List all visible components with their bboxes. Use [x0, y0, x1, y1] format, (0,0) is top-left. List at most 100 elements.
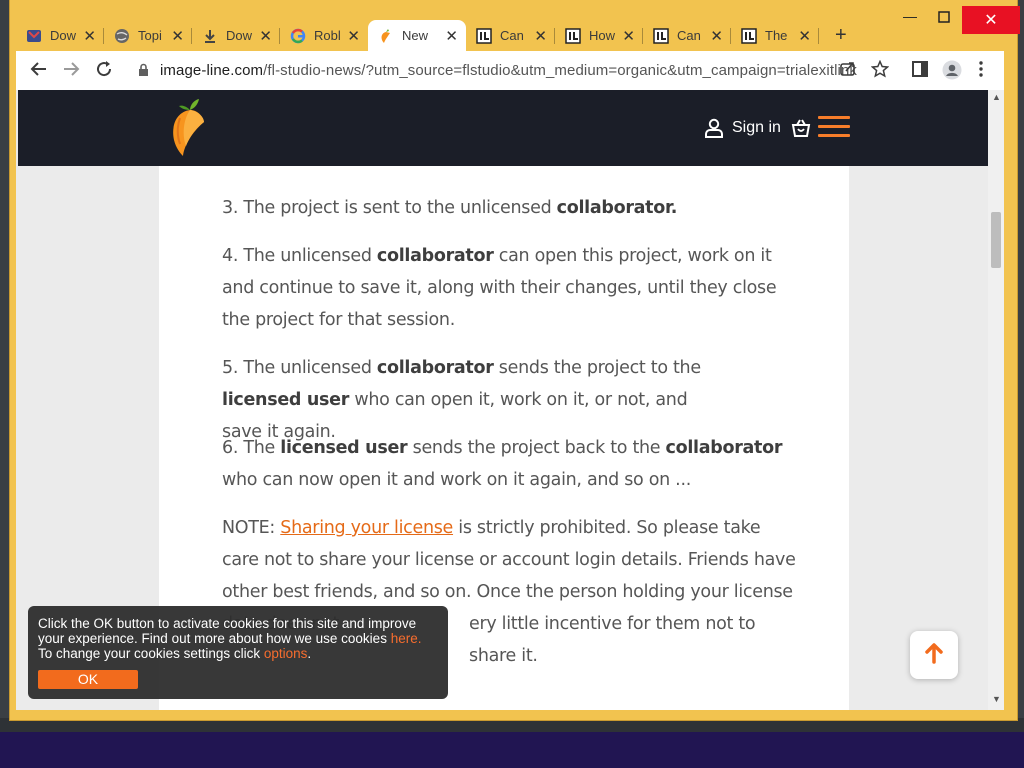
bold-text: collaborator [665, 438, 783, 458]
tab-label: Topi [138, 28, 162, 43]
mail-icon [26, 28, 42, 44]
forward-arrow-icon[interactable] [62, 60, 80, 83]
url-host: image-line.com [160, 62, 264, 79]
tab-label: How [589, 28, 616, 43]
download-icon [202, 28, 218, 44]
text-run: sends the project back to the [407, 438, 666, 458]
cookie-message: Click the OK button to activate cookies … [38, 616, 443, 661]
bold-text: licensed user [222, 390, 350, 410]
cookie-ok-button[interactable]: OK [38, 670, 138, 689]
bookmark-star-icon[interactable] [870, 59, 890, 83]
url-path: /fl-studio-news/?utm_source=flstudio&utm… [263, 62, 858, 79]
scrollbar-thumb[interactable] [991, 212, 1001, 268]
address-bar[interactable]: image-line.com/fl-studio-news/?utm_sourc… [128, 56, 861, 86]
tab-strip: Dow ✕ Topi ✕ Dow ✕ Robl ✕ New ✕ Can ✕ Ho… [16, 20, 886, 51]
fl-studio-logo[interactable] [168, 96, 212, 158]
tab-4[interactable]: Robl ✕ [280, 20, 368, 51]
text-run: 6. The [222, 438, 281, 458]
fl-studio-icon [378, 28, 394, 44]
sign-in-link[interactable]: Sign in [704, 118, 781, 138]
tab-label: Robl [314, 28, 341, 43]
tab-label: The [765, 28, 788, 43]
cookie-options-link[interactable]: options [264, 646, 308, 661]
text-run: ery little incentive for them not to sha… [469, 614, 756, 666]
cookie-here-link[interactable]: here. [391, 631, 422, 646]
close-icon[interactable]: ✕ [259, 27, 272, 45]
bold-text: collaborator. [556, 198, 678, 218]
image-line-icon [476, 27, 492, 44]
text-run: who can now open it and work on it again… [222, 470, 691, 490]
tab-8[interactable]: Can ✕ [643, 20, 731, 51]
browser-toolbar: image-line.com/fl-studio-news/?utm_sourc… [16, 51, 1004, 90]
user-icon [704, 118, 724, 138]
maximize-icon[interactable] [938, 10, 950, 26]
hamburger-line [818, 134, 850, 137]
tab-5-active[interactable]: New ✕ [368, 20, 466, 51]
paragraph-step-3: 3. The project is sent to the unlicensed… [222, 192, 797, 224]
paragraph-note-continued: ery little incentive for them not to sha… [469, 608, 789, 672]
paragraph-step-4: 4. The unlicensed collaborator can open … [222, 240, 797, 336]
cookie-text: To change your cookies settings click [38, 646, 264, 661]
tab-label: Can [677, 28, 701, 43]
image-line-icon [565, 27, 581, 44]
text-run: NOTE: [222, 518, 281, 538]
cookie-text: Click the OK button to activate cookies … [38, 616, 417, 646]
profile-avatar-icon[interactable] [942, 60, 962, 85]
sign-in-label: Sign in [732, 119, 781, 136]
hamburger-menu-icon[interactable] [818, 116, 850, 138]
close-icon[interactable]: ✕ [534, 27, 547, 45]
minimize-icon[interactable]: — [903, 8, 917, 24]
close-icon[interactable]: ✕ [710, 27, 723, 45]
scroll-down-arrow-icon[interactable]: ▼ [992, 694, 1001, 704]
taskbar-strip [0, 718, 1024, 732]
close-icon[interactable]: ✕ [347, 27, 360, 45]
lock-icon [138, 63, 149, 77]
tab-6[interactable]: Can ✕ [466, 20, 555, 51]
cookie-banner: Click the OK button to activate cookies … [28, 606, 448, 699]
scroll-up-arrow-icon[interactable]: ▲ [992, 92, 1001, 102]
menu-kebab-icon[interactable] [978, 60, 984, 83]
reload-icon[interactable] [95, 60, 113, 83]
tab-9[interactable]: The ✕ [731, 20, 819, 51]
arrow-up-icon [924, 642, 944, 669]
tab-1[interactable]: Dow ✕ [16, 20, 104, 51]
site-header: Sign in [18, 90, 988, 166]
tab-2[interactable]: Topi ✕ [104, 20, 192, 51]
globe-icon [114, 28, 130, 44]
window-close-icon[interactable]: ✕ [962, 6, 1020, 34]
basket-icon[interactable] [791, 118, 811, 138]
text-run: 3. The project is sent to the unlicensed [222, 198, 557, 218]
tab-label: Can [500, 28, 524, 43]
new-tab-plus-icon[interactable]: + [835, 24, 847, 47]
close-icon[interactable]: ✕ [798, 27, 811, 45]
paragraph-step-6: 6. The licensed user sends the project b… [222, 432, 797, 496]
tab-7[interactable]: How ✕ [555, 20, 643, 51]
cookie-period: . [307, 646, 312, 661]
google-icon [290, 28, 306, 44]
text-run: 4. The unlicensed [222, 246, 377, 266]
text-run: sends the project to the [493, 358, 701, 378]
sharing-license-link[interactable]: Sharing your license [280, 518, 453, 538]
tab-label: New [402, 28, 429, 43]
tab-3[interactable]: Dow ✕ [192, 20, 280, 51]
back-arrow-icon[interactable] [30, 60, 48, 83]
side-panel-icon[interactable] [911, 60, 929, 83]
url-text: image-line.com/fl-studio-news/?utm_sourc… [160, 62, 857, 79]
close-icon[interactable]: ✕ [445, 27, 458, 45]
tab-label: Dow [50, 28, 77, 43]
bold-text: collaborator [376, 246, 494, 266]
image-line-icon [741, 27, 757, 44]
tab-label: Dow [226, 28, 253, 43]
text-run: 5. The unlicensed [222, 358, 377, 378]
back-to-top-button[interactable] [910, 631, 958, 679]
bold-text: licensed user [280, 438, 408, 458]
close-icon[interactable]: ✕ [83, 27, 96, 45]
share-icon[interactable] [839, 60, 857, 83]
image-line-icon [653, 27, 669, 44]
close-icon[interactable]: ✕ [171, 27, 184, 45]
hamburger-line [818, 116, 850, 119]
page-scrollbar[interactable]: ▲ ▼ [988, 90, 1004, 710]
hamburger-line [818, 125, 850, 128]
close-icon[interactable]: ✕ [622, 27, 635, 45]
bold-text: collaborator [376, 358, 494, 378]
